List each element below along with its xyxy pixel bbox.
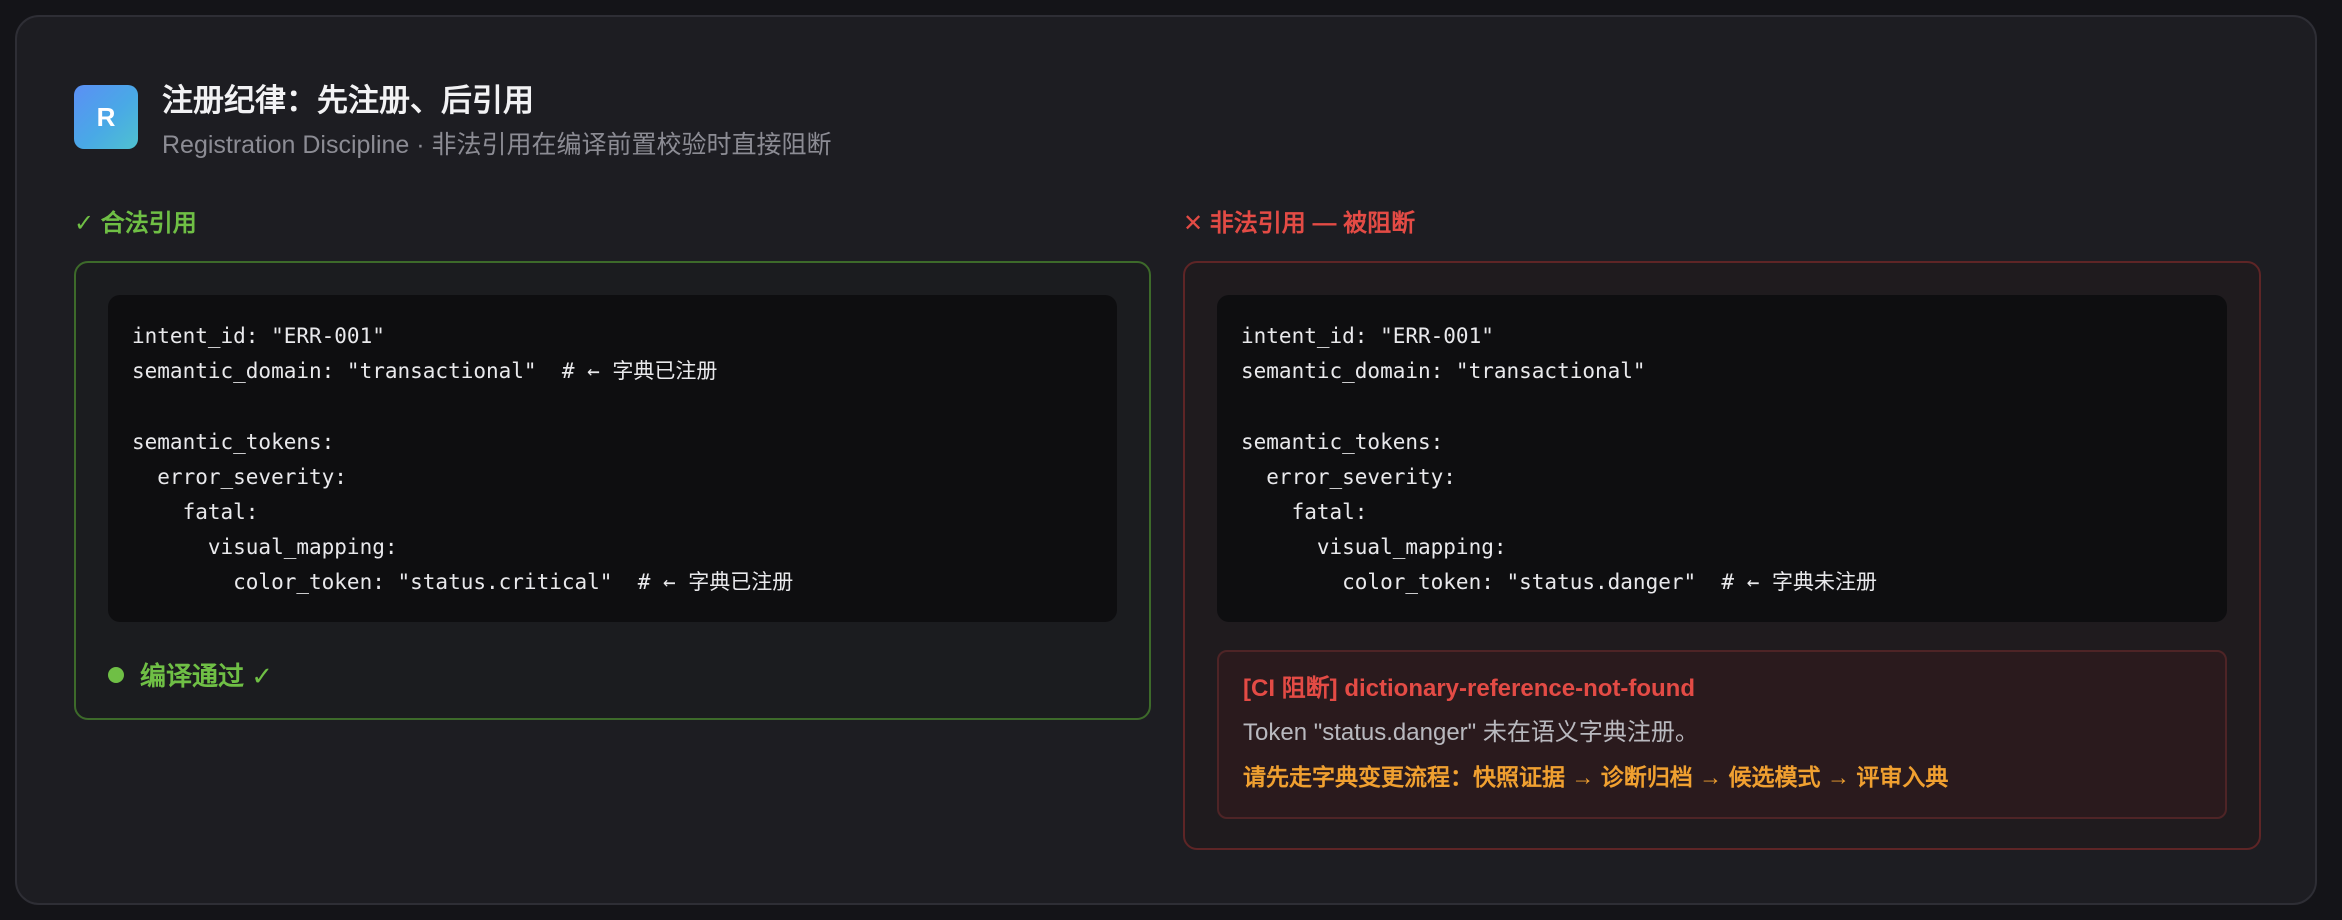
- code-line: intent_id: "ERR-001": [1241, 324, 1494, 348]
- invalid-code-block: intent_id: "ERR-001" semantic_domain: "t…: [1217, 295, 2227, 622]
- compile-status: 编译通过 ✓: [108, 656, 273, 693]
- valid-code-block: intent_id: "ERR-001" semantic_domain: "t…: [108, 295, 1117, 622]
- alert-title: [CI 阻断] dictionary-reference-not-found: [1243, 675, 1696, 702]
- valid-reference-label: ✓ 合法引用: [74, 210, 197, 237]
- invalid-reference-panel: intent_id: "ERR-001" semantic_domain: "t…: [1183, 261, 2261, 850]
- code-line: error_severity:: [132, 464, 347, 489]
- status-dot-icon: [108, 666, 124, 683]
- compile-status-text: 编译通过 ✓: [140, 661, 274, 691]
- code-line: color_token: "status.critical" # ← 字典已注册: [132, 570, 794, 595]
- code-line: color_token: "status.danger" # ← 字典未注册: [1241, 570, 1878, 595]
- registration-discipline-card: R 注册纪律：先注册、后引用 Registration Discipline ·…: [15, 15, 2317, 905]
- page-subtitle: Registration Discipline · 非法引用在编译前置校验时直接…: [162, 131, 832, 159]
- code-line: visual_mapping:: [1241, 535, 1507, 560]
- code-line: error_severity:: [1241, 464, 1456, 489]
- code-line: intent_id: "ERR-001": [132, 324, 385, 348]
- code-line: fatal:: [1241, 499, 1368, 524]
- ci-block-alert: [CI 阻断] dictionary-reference-not-found T…: [1217, 650, 2227, 819]
- code-line: semantic_tokens:: [1241, 429, 1444, 454]
- code-line: semantic_domain: "transactional" # ← 字典已…: [132, 359, 718, 384]
- code-line: semantic_domain: "transactional": [1241, 359, 1646, 384]
- invalid-reference-label: ✕ 非法引用 — 被阻断: [1183, 210, 1416, 237]
- code-line: fatal:: [132, 499, 259, 524]
- alert-message: Token "status.danger" 未在语义字典注册。: [1243, 719, 1699, 746]
- alert-hint: 请先走字典变更流程：快照证据 → 诊断归档 → 候选模式 → 评审入典: [1243, 764, 1949, 790]
- code-line: semantic_tokens:: [132, 429, 335, 454]
- page-title: 注册纪律：先注册、后引用: [162, 83, 534, 118]
- valid-reference-panel: intent_id: "ERR-001" semantic_domain: "t…: [74, 261, 1151, 720]
- code-line: visual_mapping:: [132, 535, 398, 560]
- app-logo: R: [74, 85, 138, 149]
